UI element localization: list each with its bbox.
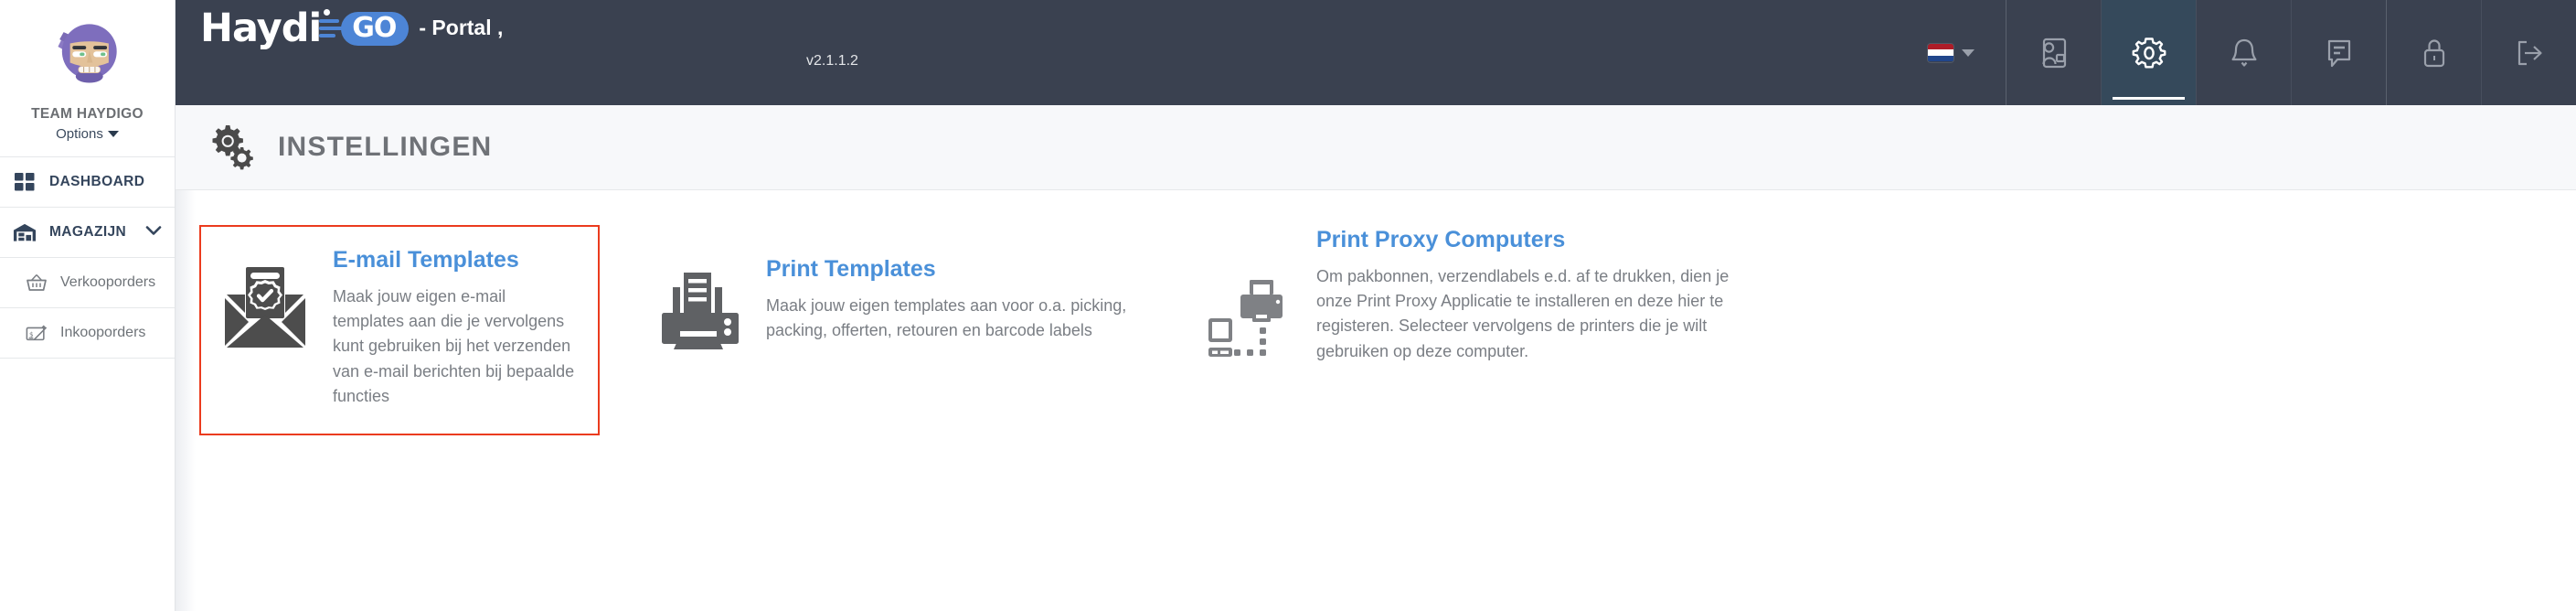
card-title-link[interactable]: Print Proxy Computers: [1316, 227, 1731, 253]
settings-button[interactable]: [2101, 0, 2196, 105]
gears-icon: [205, 122, 258, 173]
sidebar: TEAM HAYDIGO Options DASHBOARD MAGAZIJN …: [0, 0, 176, 611]
sidebar-item-label: Verkooporders: [60, 274, 156, 290]
portal-text: - Portal ,: [419, 16, 504, 39]
card-print-proxy-computers[interactable]: Print Proxy Computers Om pakbonnen, verz…: [1185, 225, 1751, 390]
lock-button[interactable]: [2386, 0, 2481, 105]
lock-icon: [2417, 34, 2452, 72]
card-text: Print Proxy Computers Om pakbonnen, verz…: [1316, 227, 1731, 364]
chevron-down-icon[interactable]: [145, 225, 162, 240]
chat-icon: [2321, 34, 2358, 72]
card-title-link[interactable]: E-mail Templates: [333, 247, 580, 273]
logo-haydi-text: Haydi: [200, 5, 322, 51]
contacts-button[interactable]: [2006, 0, 2101, 105]
version-text: v2.1.1.2: [806, 53, 858, 69]
card-description: Om pakbonnen, verzendlabels e.d. af te d…: [1316, 266, 1730, 360]
sidebar-item-dashboard[interactable]: DASHBOARD: [0, 157, 175, 208]
card-text: Print Templates Maak jouw eigen template…: [766, 256, 1128, 343]
logo-go-badge: GO: [319, 8, 410, 47]
avatar[interactable]: [48, 13, 128, 93]
content-area: E-mail Templates Maak jouw eigen e-mail …: [176, 190, 2576, 611]
page-title: INSTELLINGEN: [278, 132, 493, 162]
team-name: TEAM HAYDIGO: [31, 106, 144, 122]
sidebar-item-inkooporders[interactable]: $ Inkooporders: [0, 308, 175, 359]
sidebar-nav: DASHBOARD MAGAZIJN Verkooporders $ Inkoo…: [0, 157, 175, 359]
card-title-link[interactable]: Print Templates: [766, 256, 1128, 283]
sidebar-item-verkooporders[interactable]: Verkooporders: [0, 258, 175, 308]
options-label: Options: [56, 126, 103, 142]
brand-logo[interactable]: Haydi GO - Portal ,: [176, 0, 503, 105]
logo-dot-icon: [324, 8, 331, 16]
messages-button[interactable]: [2291, 0, 2386, 105]
card-email-templates[interactable]: E-mail Templates Maak jouw eigen e-mail …: [199, 225, 600, 435]
header-spacer: [503, 0, 1897, 105]
chevron-down-icon: [1962, 48, 1975, 57]
basket-icon: [26, 272, 48, 294]
settings-card-list: E-mail Templates Maak jouw eigen e-mail …: [176, 225, 2576, 435]
header-actions: [1897, 0, 2576, 105]
page-title-bar: INSTELLINGEN: [176, 105, 2576, 190]
card-description: Maak jouw eigen templates aan voor o.a. …: [766, 295, 1127, 340]
chevron-down-icon: [107, 131, 119, 137]
print-proxy-computer-icon: [1207, 227, 1293, 362]
card-print-templates[interactable]: Print Templates Maak jouw eigen template…: [636, 225, 1148, 375]
main-area: Haydi GO - Portal , v2.1.1.2 INSTELLINGE…: [176, 0, 2576, 611]
options-dropdown[interactable]: Options: [56, 126, 119, 142]
warehouse-icon: [13, 220, 37, 244]
logo-go-text: GO: [341, 11, 410, 47]
language-selector[interactable]: [1897, 0, 2006, 105]
email-envelope-certificate-icon: [221, 247, 309, 353]
sidebar-item-label: MAGAZIJN: [49, 224, 127, 240]
bell-icon: [2226, 34, 2262, 72]
grid-icon: [13, 170, 37, 194]
card-text: E-mail Templates Maak jouw eigen e-mail …: [333, 247, 580, 410]
contacts-icon: [2035, 34, 2073, 72]
top-header: Haydi GO - Portal , v2.1.1.2: [176, 0, 2576, 105]
gear-icon: [2129, 33, 2169, 73]
app-root: TEAM HAYDIGO Options DASHBOARD MAGAZIJN …: [0, 0, 2576, 611]
logout-button[interactable]: [2481, 0, 2576, 105]
sidebar-item-label: DASHBOARD: [49, 174, 145, 189]
card-description: Maak jouw eigen e-mail templates aan die…: [333, 286, 575, 406]
logout-icon: [2510, 34, 2549, 72]
sidebar-item-magazijn[interactable]: MAGAZIJN: [0, 208, 175, 258]
invoice-icon: $: [26, 322, 48, 344]
notifications-button[interactable]: [2196, 0, 2291, 105]
printer-icon: [658, 256, 742, 349]
profile-section: TEAM HAYDIGO Options: [0, 0, 175, 157]
netherlands-flag-icon: [1928, 43, 1953, 62]
sidebar-item-label: Inkooporders: [60, 325, 146, 340]
